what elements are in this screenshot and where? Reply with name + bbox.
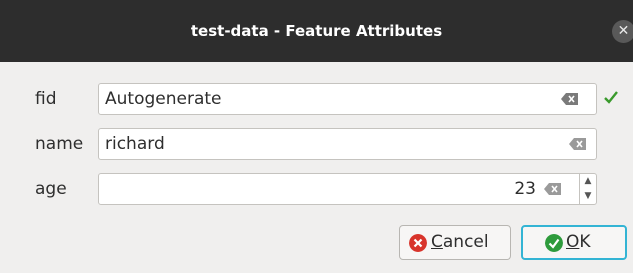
fid-value: Autogenerate — [105, 89, 222, 109]
spin-down-icon[interactable]: ▼ — [580, 189, 596, 204]
ok-label: OK — [566, 232, 591, 252]
clear-field-icon[interactable] — [544, 183, 561, 195]
close-icon[interactable]: ✕ — [612, 20, 633, 43]
age-value: 23 — [514, 179, 536, 199]
spin-buttons: ▲ ▼ — [579, 174, 596, 204]
clear-field-icon[interactable] — [569, 138, 586, 150]
window-title: test-data - Feature Attributes — [190, 22, 443, 40]
cancel-button[interactable]: Cancel — [399, 225, 511, 260]
ok-check-icon — [545, 233, 563, 252]
age-spinbox[interactable]: 23 ▲ ▼ — [98, 173, 597, 205]
age-label: age — [35, 179, 67, 199]
cancel-label: Cancel — [431, 232, 489, 252]
fid-field[interactable]: Autogenerate — [98, 83, 597, 115]
name-label: name — [35, 134, 84, 154]
name-value: richard — [105, 134, 165, 154]
cancel-x-icon — [409, 233, 427, 252]
fid-label: fid — [35, 89, 57, 109]
checkmark-icon — [604, 91, 618, 104]
spin-up-icon[interactable]: ▲ — [580, 174, 596, 189]
ok-button[interactable]: OK — [521, 225, 627, 260]
name-field[interactable]: richard — [98, 128, 597, 160]
title-bar: test-data - Feature Attributes ✕ — [0, 0, 633, 62]
clear-field-icon[interactable] — [561, 93, 578, 105]
